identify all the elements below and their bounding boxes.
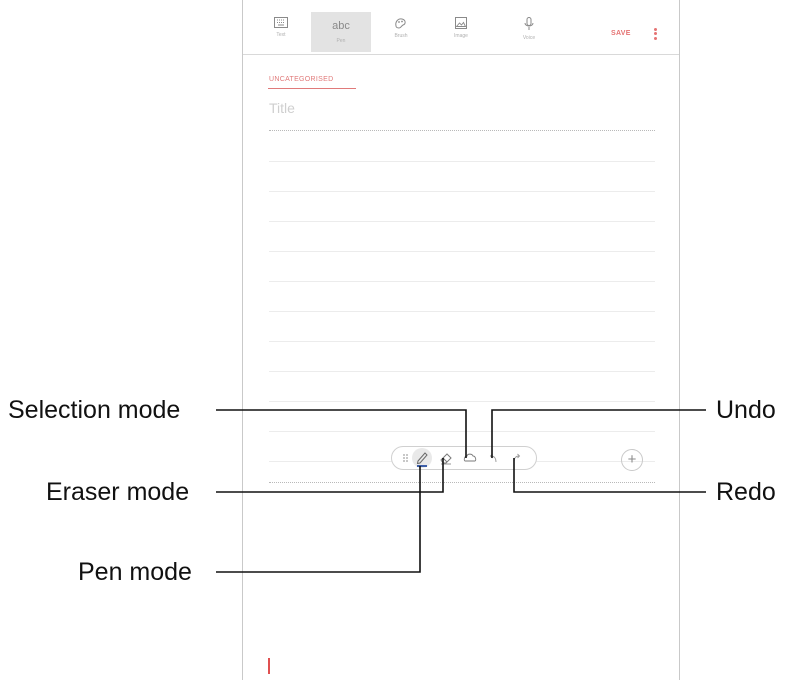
undo-line [491,409,706,458]
eraser-mode-line [216,458,444,493]
redo-callout: Redo [716,478,776,506]
pen-mode-callout: Pen mode [78,558,192,586]
undo-callout: Undo [716,396,776,424]
redo-line [513,458,706,493]
eraser-mode-callout: Eraser mode [46,478,190,506]
selection-mode-callout: Selection mode [8,396,181,424]
pen-mode-line [216,466,421,573]
selection-mode-line [216,409,467,458]
